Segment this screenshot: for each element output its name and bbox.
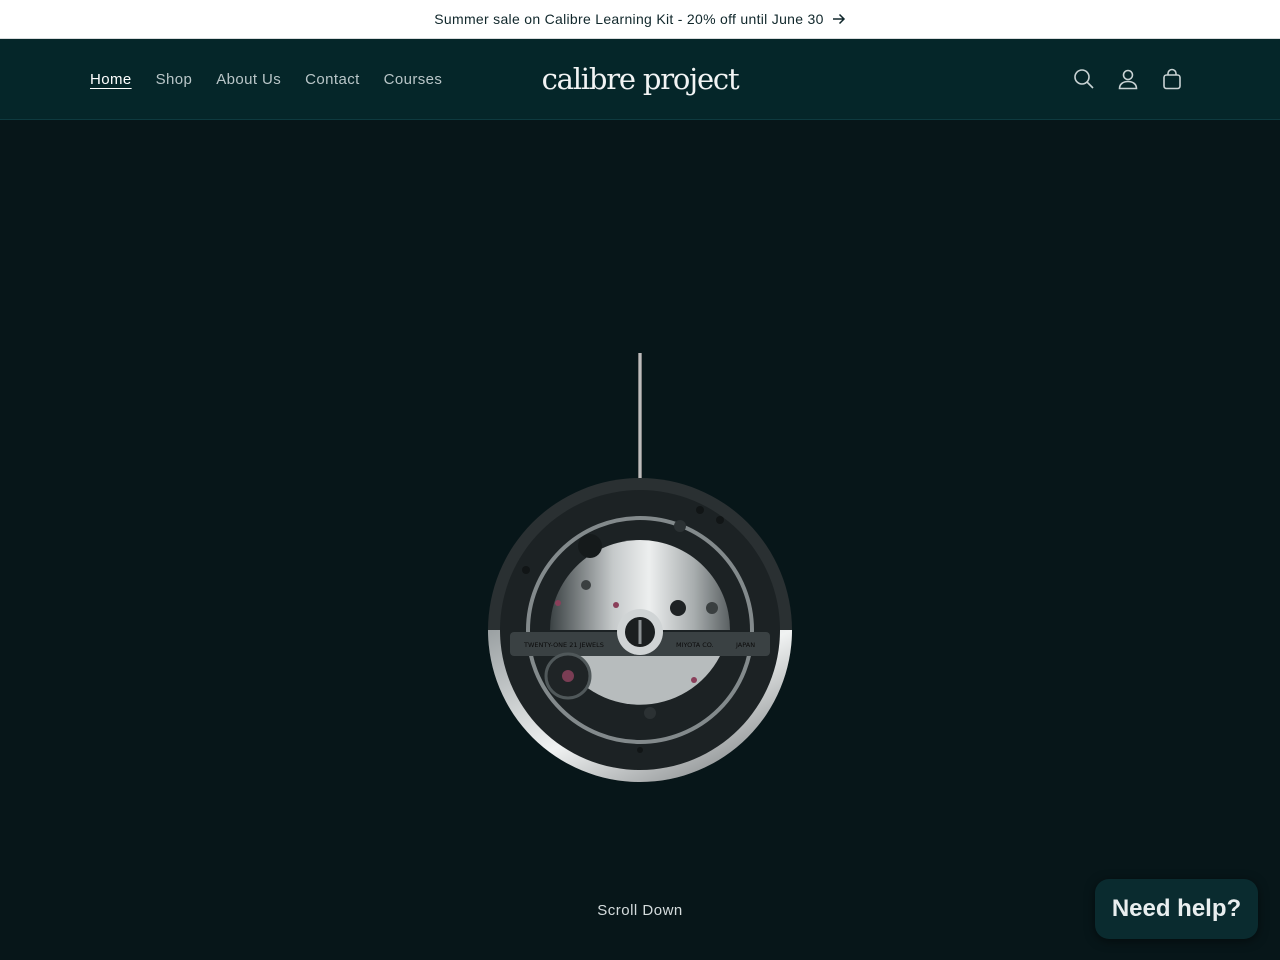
main-nav: Home Shop About Us Contact Courses: [90, 39, 466, 119]
nav-home[interactable]: Home: [90, 71, 132, 88]
arrow-right-icon: [832, 13, 846, 25]
nav-courses[interactable]: Courses: [384, 71, 443, 88]
hero-section: TWENTY-ONE 21 JEWELS MIYOTA CO. JAPAN Sc…: [0, 120, 1280, 960]
account-icon[interactable]: [1106, 57, 1150, 101]
need-help-chat-button[interactable]: Need help?: [1095, 879, 1258, 939]
nav-contact[interactable]: Contact: [305, 71, 360, 88]
movement-engraving-country: JAPAN: [735, 641, 755, 649]
nav-about-us[interactable]: About Us: [216, 71, 281, 88]
announcement-text: Summer sale on Calibre Learning Kit - 20…: [434, 11, 824, 27]
site-logo[interactable]: calibre project: [540, 39, 740, 119]
watch-movement-image: TWENTY-ONE 21 JEWELS MIYOTA CO. JAPAN: [488, 353, 792, 782]
site-header: Home Shop About Us Contact Courses calib…: [0, 39, 1280, 120]
header-icons: [1062, 39, 1194, 119]
search-icon[interactable]: [1062, 57, 1106, 101]
scroll-down-link[interactable]: Scroll Down: [0, 902, 1280, 919]
cart-icon[interactable]: [1150, 57, 1194, 101]
movement-engraving-maker: MIYOTA CO.: [676, 641, 714, 649]
announcement-bar[interactable]: Summer sale on Calibre Learning Kit - 20…: [0, 0, 1280, 39]
nav-shop[interactable]: Shop: [156, 71, 193, 88]
movement-engraving-jewels: TWENTY-ONE 21 JEWELS: [523, 641, 604, 649]
